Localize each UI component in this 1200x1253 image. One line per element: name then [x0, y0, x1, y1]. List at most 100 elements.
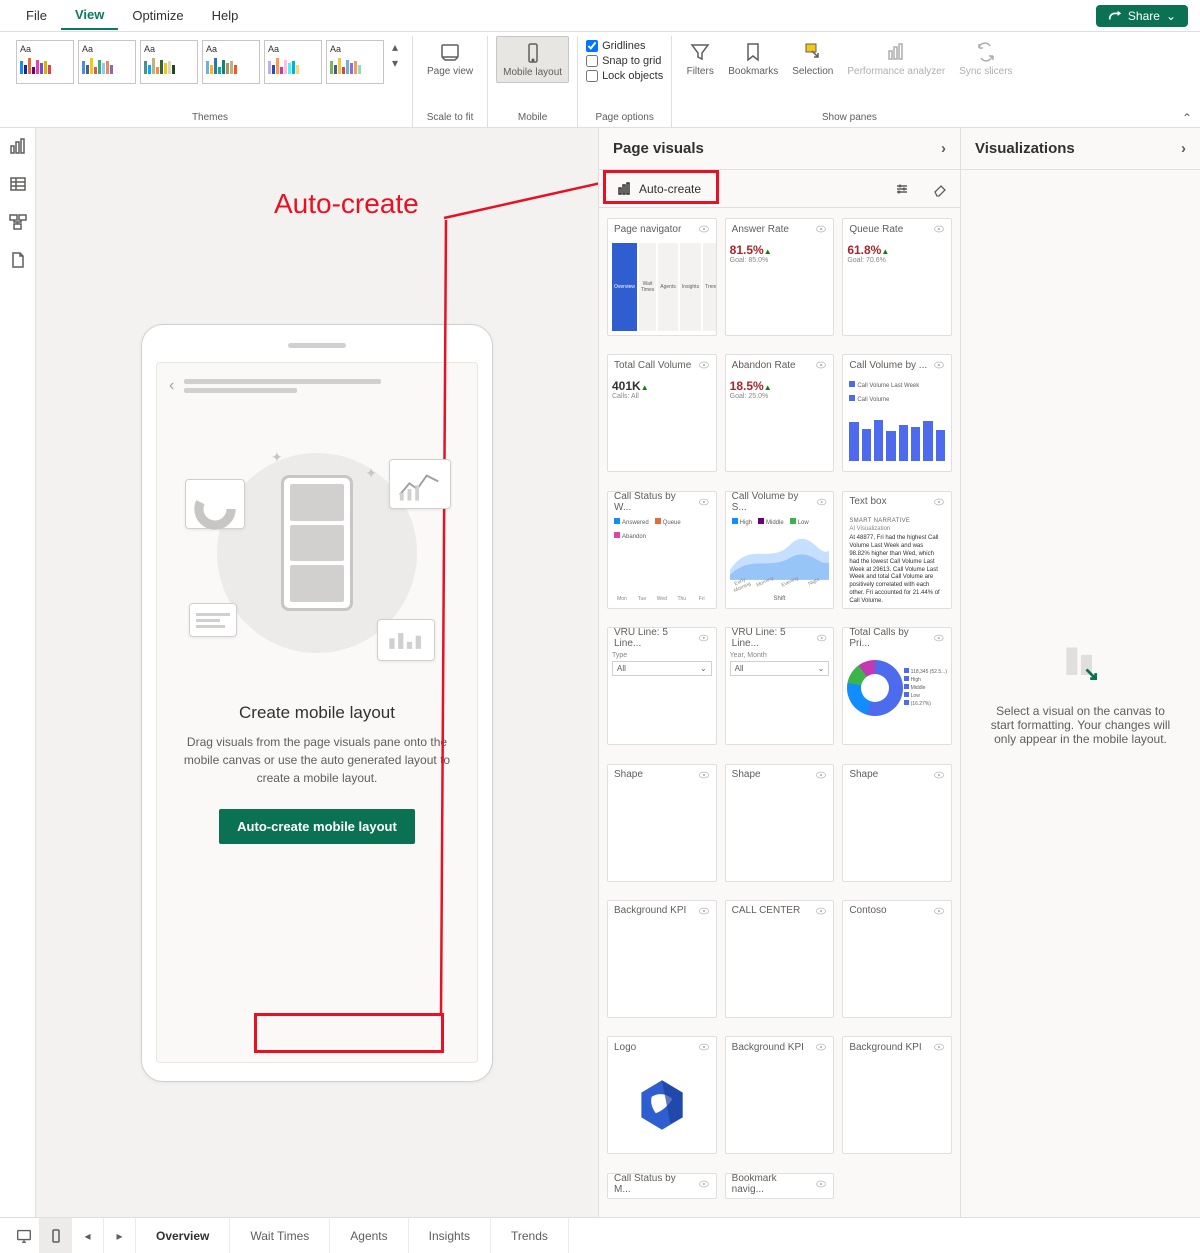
- page-visual-card[interactable]: Text boxSMART NARRATIVEAI VisualizationA…: [842, 491, 952, 609]
- page-visual-card[interactable]: Shape: [607, 764, 717, 882]
- phone-mockup: ‹ ✦✦ Create mobile layout Drag visuals f…: [141, 324, 493, 1082]
- card-title: Bookmark navig...: [732, 1173, 812, 1195]
- theme-thumb[interactable]: Aa: [326, 40, 384, 84]
- snap-checkbox[interactable]: Snap to grid: [586, 55, 663, 67]
- card-title: CALL CENTER: [732, 905, 801, 916]
- collapse-viz-icon[interactable]: ›: [1181, 140, 1186, 157]
- back-icon: ‹: [169, 377, 174, 395]
- page-visual-card[interactable]: Shape: [725, 764, 835, 882]
- page-visual-card[interactable]: Bookmark navig...: [725, 1173, 835, 1199]
- page-visual-card[interactable]: Page navigatorOverviewWait TimesAgentsIn…: [607, 218, 717, 336]
- ribbon-group-mobile: Mobile layout Mobile: [488, 36, 578, 127]
- scale-label: Scale to fit: [427, 110, 474, 127]
- prev-page-button[interactable]: ◂: [72, 1218, 104, 1253]
- chevron-down-icon: ⌄: [1166, 9, 1176, 23]
- collapse-pane-icon[interactable]: ›: [941, 140, 946, 157]
- ribbon-collapse-icon[interactable]: ⌃: [1182, 111, 1192, 125]
- visualizations-placeholder-text: Select a visual on the canvas to start f…: [989, 704, 1172, 746]
- page-visual-card[interactable]: Abandon Rate18.5%▲Goal: 25.0%: [725, 354, 835, 472]
- auto-create-toolbar-button[interactable]: Auto-create: [611, 177, 707, 201]
- ribbon-group-themes: Aa Aa Aa Aa Aa Aa ▴▾ Themes: [8, 36, 413, 127]
- page-visual-card[interactable]: Background KPI: [725, 1036, 835, 1154]
- share-button[interactable]: Share ⌄: [1096, 5, 1188, 27]
- page-tab[interactable]: Overview: [136, 1218, 230, 1253]
- rail-table-icon[interactable]: [8, 174, 28, 194]
- page-tabs-bar: ◂ ▸ OverviewWait TimesAgentsInsightsTren…: [0, 1217, 1200, 1253]
- page-visual-card[interactable]: Call Status by M...: [607, 1173, 717, 1199]
- ribbon-group-show-panes: Filters Bookmarks Selection Performance …: [672, 36, 1026, 127]
- page-tab[interactable]: Agents: [330, 1218, 408, 1253]
- rail-model-icon[interactable]: [8, 212, 28, 232]
- annotation-auto-create: Auto-create: [274, 188, 419, 220]
- rail-dax-icon[interactable]: [8, 250, 28, 270]
- mobile-layout-button[interactable]: Mobile layout: [496, 36, 569, 83]
- menubar: File View Optimize Help Share ⌄: [0, 0, 1200, 32]
- card-title: Shape: [614, 769, 643, 780]
- page-visual-card[interactable]: Logo: [607, 1036, 717, 1154]
- page-view-button[interactable]: Page view: [421, 36, 479, 81]
- page-visual-card[interactable]: VRU Line: 5 Line...TypeAll⌄: [607, 627, 717, 745]
- filters-button[interactable]: Filters: [680, 36, 720, 81]
- eraser-icon[interactable]: [932, 181, 948, 197]
- page-tab[interactable]: Trends: [491, 1218, 569, 1253]
- page-visual-card[interactable]: VRU Line: 5 Line...Year, MonthAll⌄: [725, 627, 835, 745]
- page-visual-card[interactable]: Background KPI: [607, 900, 717, 1018]
- page-visuals-pane: Page visuals › Auto-create Page navigato…: [598, 128, 960, 1217]
- page-visual-card[interactable]: Answer Rate81.5%▲Goal: 85.0%: [725, 218, 835, 336]
- page-visual-card[interactable]: CALL CENTER: [725, 900, 835, 1018]
- next-page-button[interactable]: ▸: [104, 1218, 136, 1253]
- auto-create-mobile-button[interactable]: Auto-create mobile layout: [219, 809, 415, 844]
- theme-thumb[interactable]: Aa: [264, 40, 322, 84]
- lock-checkbox[interactable]: Lock objects: [586, 70, 663, 82]
- page-visual-card[interactable]: Total Call Volume401K▲Calls: All: [607, 354, 717, 472]
- theme-thumb[interactable]: Aa: [78, 40, 136, 84]
- sync-slicers-button[interactable]: Sync slicers: [953, 36, 1018, 81]
- page-visual-card[interactable]: Call Status by W...AnsweredQueueAbandonM…: [607, 491, 717, 609]
- card-title: Text box: [849, 496, 886, 507]
- phone-notch: [288, 343, 346, 348]
- page-tab[interactable]: Insights: [409, 1218, 491, 1253]
- desktop-view-button[interactable]: [8, 1218, 40, 1253]
- performance-button[interactable]: Performance analyzer: [841, 36, 951, 81]
- mobile-view-button[interactable]: [40, 1218, 72, 1253]
- mobile-layout-desc: Drag visuals from the page visuals pane …: [167, 733, 467, 787]
- card-title: Call Volume by ...: [849, 360, 927, 371]
- visualizations-title: Visualizations: [975, 140, 1075, 157]
- card-title: Logo: [614, 1042, 636, 1053]
- card-title: Call Status by M...: [614, 1173, 694, 1195]
- menu-file[interactable]: File: [12, 2, 61, 29]
- card-title: Contoso: [849, 905, 886, 916]
- themes-expand[interactable]: ▴▾: [388, 40, 404, 70]
- settings-icon[interactable]: [894, 181, 910, 197]
- page-visual-card[interactable]: Background KPI: [842, 1036, 952, 1154]
- card-title: VRU Line: 5 Line...: [614, 627, 694, 649]
- page-visual-card[interactable]: Call Volume by ...Call Volume Last WeekC…: [842, 354, 952, 472]
- mobile-illustration: ✦✦: [187, 423, 447, 683]
- card-title: Total Call Volume: [614, 360, 691, 371]
- page-visual-card[interactable]: Contoso: [842, 900, 952, 1018]
- theme-thumb[interactable]: Aa: [202, 40, 260, 84]
- card-title: Background KPI: [732, 1042, 804, 1053]
- menu-optimize[interactable]: Optimize: [118, 2, 197, 29]
- menu-help[interactable]: Help: [198, 2, 253, 29]
- visualizations-pane: Visualizations › Select a visual on the …: [960, 128, 1200, 1217]
- page-tab[interactable]: Wait Times: [230, 1218, 330, 1253]
- bookmarks-button[interactable]: Bookmarks: [722, 36, 784, 81]
- themes-label: Themes: [192, 110, 228, 127]
- page-visual-card[interactable]: Queue Rate61.8%▲Goal: 70.6%: [842, 218, 952, 336]
- menu-view[interactable]: View: [61, 1, 118, 30]
- gridlines-checkbox[interactable]: Gridlines: [586, 40, 663, 52]
- rail-report-icon[interactable]: [8, 136, 28, 156]
- page-visual-card[interactable]: Call Volume by S...HighMiddleLowEarly Mo…: [725, 491, 835, 609]
- share-label: Share: [1128, 9, 1160, 23]
- theme-thumb[interactable]: Aa: [16, 40, 74, 84]
- page-visual-card[interactable]: Shape: [842, 764, 952, 882]
- card-title: Shape: [732, 769, 761, 780]
- page-visuals-title: Page visuals: [613, 140, 704, 157]
- theme-thumb[interactable]: Aa: [140, 40, 198, 84]
- card-title: Total Calls by Pri...: [849, 627, 929, 649]
- selection-button[interactable]: Selection: [786, 36, 839, 81]
- card-title: Answer Rate: [732, 224, 789, 235]
- page-visual-card[interactable]: Total Calls by Pri...118,345 (52.5...)Hi…: [842, 627, 952, 745]
- ribbon-group-page-options: Gridlines Snap to grid Lock objects Page…: [578, 36, 672, 127]
